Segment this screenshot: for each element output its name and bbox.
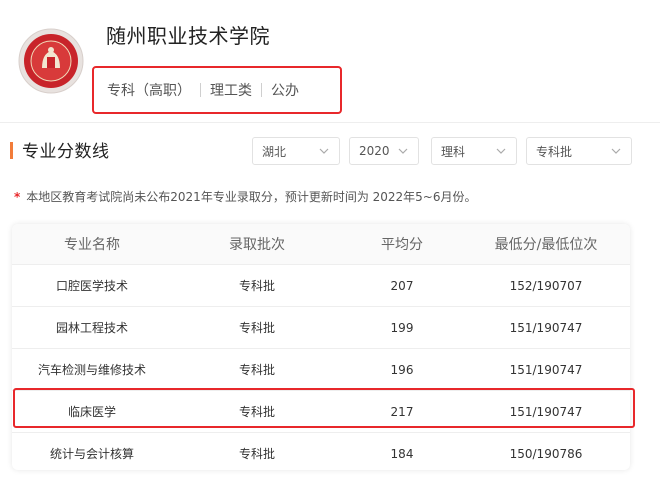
header-batch: 录取批次 [172,224,342,265]
table-row-highlighted: 临床医学 专科批 217 151/190747 [12,390,630,433]
cell-average: 184 [342,432,462,470]
cell-batch: 专科批 [172,432,342,470]
cell-major: 园林工程技术 [12,306,172,349]
school-name: 随州职业技术学院 [106,24,270,48]
province-select[interactable]: 湖北 [252,137,340,165]
year-select-value: 2020 [359,144,390,158]
table-row: 口腔医学技术 专科批 207 152/190707 [12,264,630,307]
cell-batch: 专科批 [172,306,342,349]
cell-major: 汽车检测与维修技术 [12,348,172,391]
cell-min-rank: 151/190747 [462,306,630,349]
batch-select[interactable]: 专科批 [526,137,632,165]
data-notice: * 本地区教育考试院尚未公布2021年专业录取分，预计更新时间为 2022年5~6… [14,188,477,205]
header-average: 平均分 [342,224,462,265]
section-accent-bar [10,142,13,159]
cell-batch: 专科批 [172,390,342,433]
table-row: 统计与会计核算 专科批 184 150/190786 [12,432,630,470]
chevron-down-icon [611,148,621,154]
tag-divider [200,83,201,97]
cell-min-rank: 151/190747 [462,348,630,391]
tag-level: 专科（高职） [107,83,191,99]
cell-average: 199 [342,306,462,349]
cell-min-rank: 150/190786 [462,432,630,470]
subject-select-value: 理科 [441,144,466,159]
tag-divider [261,83,262,97]
cell-average: 217 [342,390,462,433]
section-title: 专业分数线 [22,142,110,162]
notice-text: 本地区教育考试院尚未公布2021年专业录取分，预计更新时间为 2022年5~6月… [26,190,477,204]
school-tags: 专科（高职） 理工类 公办 [92,66,342,114]
table-row: 汽车检测与维修技术 专科批 196 151/190747 [12,348,630,391]
cell-batch: 专科批 [172,348,342,391]
province-select-value: 湖北 [262,144,287,159]
chevron-down-icon [319,148,329,154]
table-header-row: 专业名称 录取批次 平均分 最低分/最低位次 [12,224,630,265]
cell-major: 口腔医学技术 [12,264,172,307]
notice-star: * [14,190,21,204]
chevron-down-icon [398,148,408,154]
cell-average: 207 [342,264,462,307]
subject-select[interactable]: 理科 [431,137,517,165]
tag-ownership: 公办 [271,83,299,99]
chevron-down-icon [496,148,506,154]
cell-batch: 专科批 [172,264,342,307]
header-major: 专业名称 [12,224,172,265]
table-row: 园林工程技术 专科批 199 151/190747 [12,306,630,349]
school-header: 随州职业技术学院 专科（高职） 理工类 公办 [0,0,660,123]
cell-average: 196 [342,348,462,391]
cell-major: 临床医学 [12,390,172,433]
score-table-container: 专业名称 录取批次 平均分 最低分/最低位次 口腔医学技术 专科批 207 15… [12,224,630,470]
cell-min-rank: 151/190747 [462,390,630,433]
cell-min-rank: 152/190707 [462,264,630,307]
score-table: 专业名称 录取批次 平均分 最低分/最低位次 口腔医学技术 专科批 207 15… [12,224,630,470]
tag-category: 理工类 [210,83,252,99]
header-min-rank: 最低分/最低位次 [462,224,630,265]
cell-major: 统计与会计核算 [12,432,172,470]
school-emblem-icon [18,28,84,94]
year-select[interactable]: 2020 [349,137,419,165]
batch-select-value: 专科批 [536,144,573,159]
